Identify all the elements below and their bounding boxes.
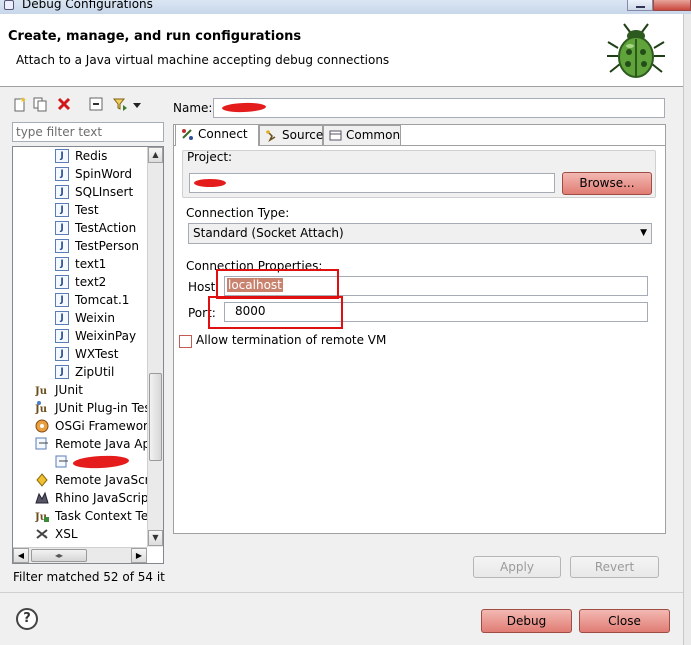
allow-termination-label: Allow termination of remote VM [196,333,387,347]
allow-termination-checkbox[interactable] [179,335,192,348]
connection-type-select[interactable]: Standard (Socket Attach) ▼ [188,223,652,244]
svg-text:Ju: Ju [35,404,47,415]
java-app-icon: J [55,329,69,343]
java-app-icon: J [55,365,69,379]
junit-icon: Ju [35,386,47,397]
redaction-mark [221,102,267,113]
close-button[interactable]: Close [579,609,670,633]
tab-common[interactable]: Common [323,125,401,145]
source-icon [266,130,276,142]
project-input[interactable] [189,173,555,193]
filter-icon[interactable] [112,96,128,112]
header-title: Create, manage, and run configurations [8,29,302,44]
project-label: Project: [187,150,233,164]
common-icon [329,130,342,141]
host-annotation-box [216,269,339,299]
project-group: Project: Browse... [182,150,656,198]
java-app-icon: J [55,185,69,199]
name-label: Name: [173,101,213,115]
minimize-button[interactable] [627,0,653,11]
java-app-icon: J [55,203,69,217]
name-input[interactable] [213,98,665,118]
filter-input[interactable] [12,122,164,142]
window-right-edge [683,14,691,645]
scroll-left-icon[interactable]: ◀ [13,548,29,563]
title-bar: Debug Configurations [0,0,691,14]
dropdown-icon[interactable] [132,96,142,112]
window-close-button[interactable] [653,0,691,11]
java-app-icon: J [55,167,69,181]
xsl-icon [36,529,48,539]
osgi-icon [35,419,49,433]
junit-plugin-icon: Ju [35,401,47,415]
java-app-icon: J [55,275,69,289]
tree-vertical-scrollbar[interactable]: ▲ ▼ [147,147,163,547]
svg-text:Ju: Ju [35,386,47,397]
window-title: Debug Configurations [22,0,153,11]
scroll-thumb[interactable] [149,373,162,461]
delete-icon[interactable] [56,96,72,112]
tab-connect[interactable]: Connect [175,124,259,146]
scroll-down-icon[interactable]: ▼ [148,530,163,546]
filter-status: Filter matched 52 of 54 items [13,570,165,584]
config-toolbar [8,94,168,116]
config-tab-folder: Connect Source Common Project: Browse...… [173,124,666,534]
collapse-all-icon[interactable] [88,96,104,112]
connect-icon [182,129,193,140]
hscroll-thumb[interactable]: ◂▸ [31,549,87,562]
eclipse-window-icon [4,0,14,10]
tab-source[interactable]: Source [259,125,323,145]
remote-javascript-icon [36,473,48,487]
rhino-icon [35,491,49,504]
java-app-icon: J [55,239,69,253]
new-config-icon[interactable] [12,96,28,112]
browse-button[interactable]: Browse... [562,172,652,195]
debug-bug-icon [607,23,665,78]
help-icon[interactable]: ? [16,608,38,630]
java-app-icon: J [55,293,69,307]
chevron-down-icon: ▼ [640,228,647,238]
remote-java-config-icon [55,455,68,468]
java-app-icon: J [55,347,69,361]
debug-button[interactable]: Debug [481,609,572,633]
java-app-icon: J [55,221,69,235]
dialog-header: Create, manage, and run configurations A… [0,14,691,87]
footer-divider [0,592,683,593]
scroll-right-icon[interactable]: ▶ [131,548,147,563]
scroll-up-icon[interactable]: ▲ [148,147,163,163]
task-context-icon: Ju [35,512,49,523]
header-subtitle: Attach to a Java virtual machine accepti… [16,53,390,67]
port-annotation-box [208,296,343,329]
java-app-icon: J [55,149,69,163]
config-tree: J Redis J SpinWord J SQLInsert J Test J TestA… [12,146,164,564]
redaction-mark [72,454,130,470]
host-label: Host: [188,280,220,294]
duplicate-icon[interactable] [32,96,48,112]
java-app-icon: J [55,257,69,271]
java-app-icon: J [55,311,69,325]
revert-button[interactable]: Revert [570,556,659,578]
apply-button[interactable]: Apply [473,556,561,578]
tree-horizontal-scrollbar[interactable]: ◀ ◂▸ ▶ [13,547,147,563]
remote-java-icon [35,437,48,450]
connection-type-label: Connection Type: [186,206,290,220]
redaction-mark [194,179,226,187]
